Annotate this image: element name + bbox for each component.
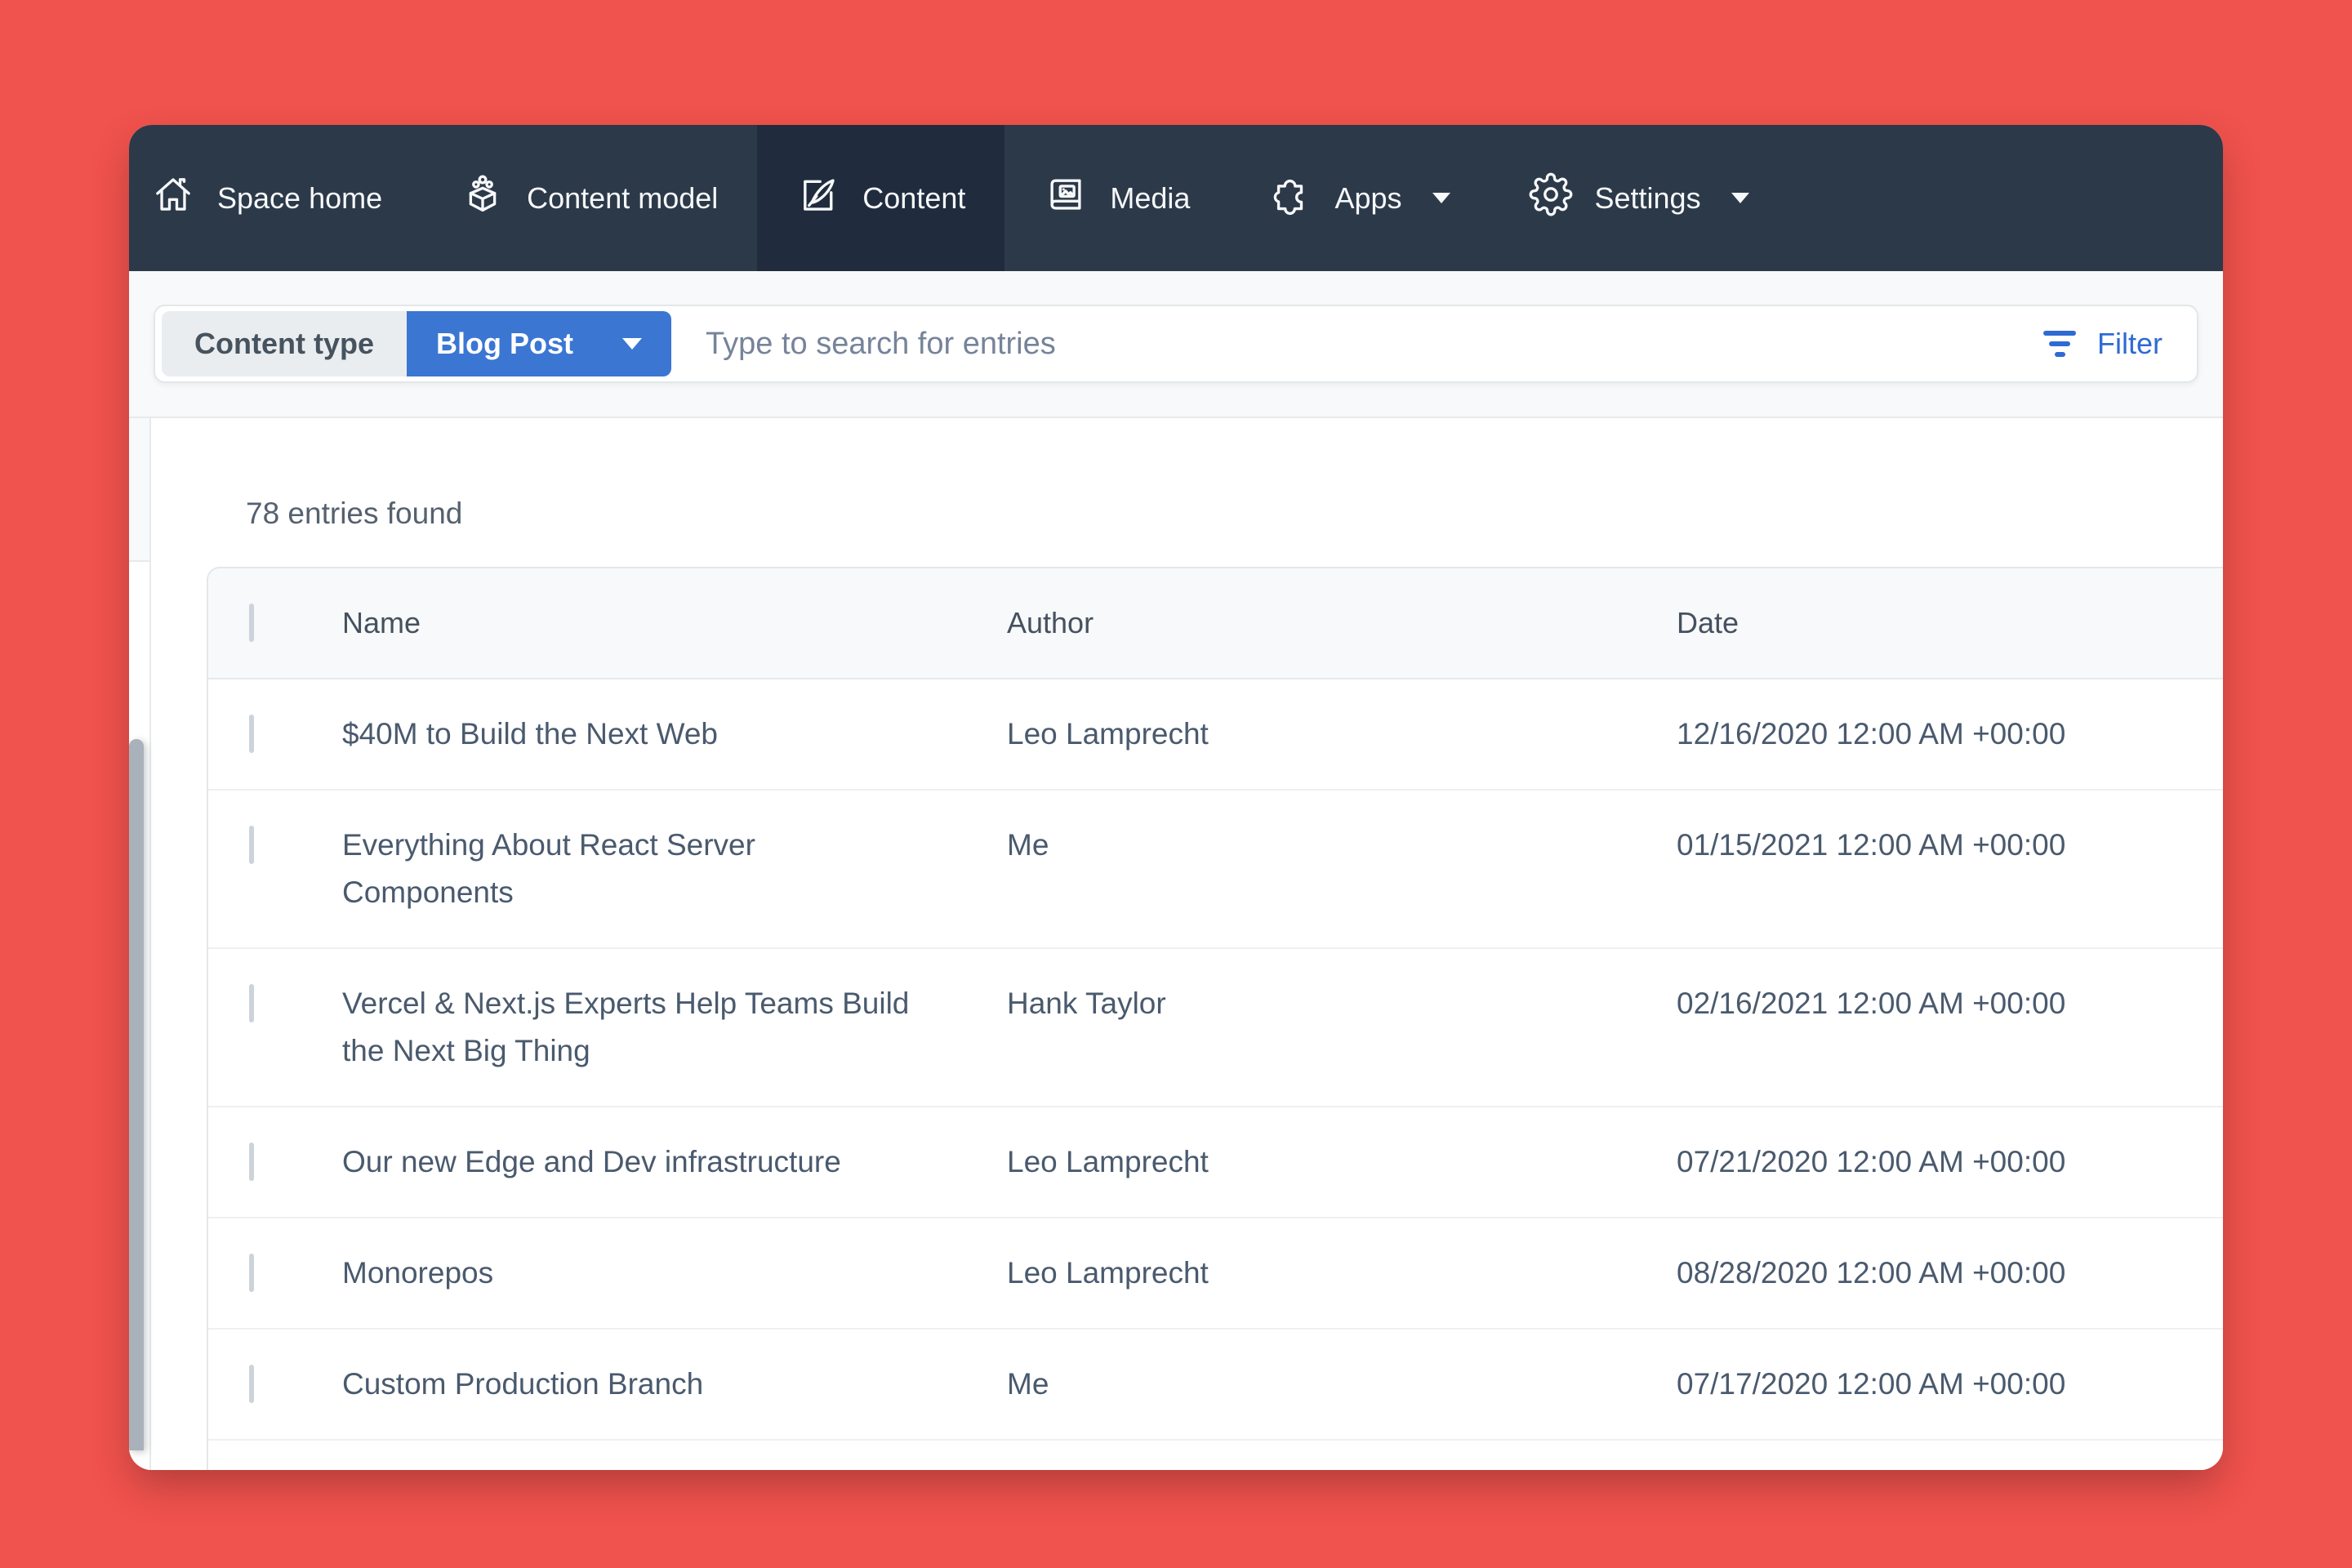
entry-author: Leo Lamprecht bbox=[1007, 710, 1677, 758]
entry-search-bar: Content type Blog Post Filter bbox=[154, 305, 2198, 383]
rail-top-segment bbox=[129, 418, 149, 562]
search-band: Content type Blog Post Filter bbox=[129, 271, 2223, 418]
table-row[interactable]: Everything About React Server Components… bbox=[208, 791, 2223, 949]
entry-date: 08/28/2020 12:00 AM +00:00 bbox=[1677, 1250, 2223, 1297]
entries-table: Name Author Date $40M to Build the Next … bbox=[207, 567, 2223, 1470]
partial-next-row bbox=[208, 1441, 2223, 1470]
nav-item-media[interactable]: Media bbox=[1004, 125, 1229, 271]
row-checkbox[interactable] bbox=[249, 984, 254, 1022]
row-checkbox[interactable] bbox=[249, 715, 254, 753]
entry-author: Me bbox=[1007, 822, 1677, 916]
content-area: 78 entries found Name Author Date $40M t… bbox=[129, 418, 2223, 1470]
nav-item-space-home[interactable]: Space home bbox=[129, 125, 421, 271]
table-row[interactable]: Custom Production Branch Me 07/17/2020 1… bbox=[208, 1330, 2223, 1441]
select-all-checkbox[interactable] bbox=[249, 604, 254, 642]
table-header-row: Name Author Date bbox=[208, 568, 2223, 679]
row-checkbox[interactable] bbox=[249, 1254, 254, 1292]
home-icon bbox=[151, 172, 195, 224]
column-header-date: Date bbox=[1677, 599, 2223, 647]
nav-item-content-model[interactable]: Content model bbox=[421, 125, 757, 271]
chevron-down-icon bbox=[622, 338, 642, 350]
column-header-author: Author bbox=[1007, 599, 1677, 647]
stacked-sheets-rail bbox=[129, 418, 151, 1470]
entry-name: $40M to Build the Next Web bbox=[311, 710, 1007, 758]
entry-name: Vercel & Next.js Experts Help Teams Buil… bbox=[311, 980, 1007, 1075]
filter-icon bbox=[2043, 331, 2076, 357]
nav-item-label: Apps bbox=[1334, 181, 1401, 216]
entry-name: Custom Production Branch bbox=[311, 1361, 1007, 1408]
entry-date: 07/17/2020 12:00 AM +00:00 bbox=[1677, 1361, 2223, 1408]
chevron-down-icon bbox=[1731, 193, 1749, 203]
entry-date: 01/15/2021 12:00 AM +00:00 bbox=[1677, 822, 2223, 916]
row-checkbox[interactable] bbox=[249, 826, 254, 864]
content-type-value: Blog Post bbox=[436, 327, 573, 361]
media-folder-icon bbox=[1044, 172, 1088, 224]
row-checkbox[interactable] bbox=[249, 1143, 254, 1181]
nav-item-label: Space home bbox=[217, 181, 382, 216]
entry-author: Me bbox=[1007, 1361, 1677, 1408]
entry-date: 02/16/2021 12:00 AM +00:00 bbox=[1677, 980, 2223, 1075]
entries-count: 78 entries found bbox=[246, 490, 2223, 537]
nav-item-label: Settings bbox=[1595, 181, 1701, 216]
entry-author: Leo Lamprecht bbox=[1007, 1138, 1677, 1186]
nav-item-content[interactable]: Content bbox=[757, 125, 1004, 271]
table-row[interactable]: Our new Edge and Dev infrastructure Leo … bbox=[208, 1107, 2223, 1218]
compose-icon bbox=[796, 172, 840, 224]
nav-item-apps[interactable]: Apps bbox=[1229, 125, 1489, 271]
nav-item-label: Content model bbox=[527, 181, 718, 216]
table-row[interactable]: Monorepos Leo Lamprecht 08/28/2020 12:00… bbox=[208, 1218, 2223, 1330]
entry-date: 12/16/2020 12:00 AM +00:00 bbox=[1677, 710, 2223, 758]
entry-name: Monorepos bbox=[311, 1250, 1007, 1297]
content-model-icon bbox=[461, 172, 505, 224]
entry-name: Our new Edge and Dev infrastructure bbox=[311, 1138, 1007, 1186]
filter-label: Filter bbox=[2097, 327, 2163, 361]
puzzle-icon bbox=[1268, 172, 1312, 224]
top-navbar: Space home Content model bbox=[129, 125, 2223, 271]
table-row[interactable]: Vercel & Next.js Experts Help Teams Buil… bbox=[208, 949, 2223, 1107]
app-window: Space home Content model bbox=[129, 125, 2223, 1470]
nav-item-label: Content bbox=[862, 181, 965, 216]
entry-author: Hank Taylor bbox=[1007, 980, 1677, 1075]
content-type-label: Content type bbox=[162, 311, 407, 376]
entry-name: Everything About React Server Components bbox=[311, 822, 1007, 916]
chevron-down-icon bbox=[1432, 193, 1450, 203]
entries-view: 78 entries found Name Author Date $40M t… bbox=[151, 418, 2223, 1470]
search-input[interactable] bbox=[706, 327, 2016, 362]
row-checkbox[interactable] bbox=[249, 1365, 254, 1403]
table-row[interactable]: $40M to Build the Next Web Leo Lamprecht… bbox=[208, 679, 2223, 791]
filter-button[interactable]: Filter bbox=[2016, 327, 2190, 361]
gear-icon bbox=[1529, 172, 1573, 224]
content-type-dropdown[interactable]: Blog Post bbox=[407, 311, 671, 376]
nav-item-settings[interactable]: Settings bbox=[1490, 125, 1788, 271]
desktop-background: { "colors": { "background": "#f0524d", "… bbox=[0, 0, 2352, 1568]
entry-date: 07/21/2020 12:00 AM +00:00 bbox=[1677, 1138, 2223, 1186]
nav-item-label: Media bbox=[1110, 181, 1190, 216]
content-type-selector: Content type Blog Post bbox=[162, 311, 671, 376]
entry-author: Leo Lamprecht bbox=[1007, 1250, 1677, 1297]
column-header-name: Name bbox=[311, 599, 1007, 647]
background-sheet-edge bbox=[129, 739, 144, 1450]
